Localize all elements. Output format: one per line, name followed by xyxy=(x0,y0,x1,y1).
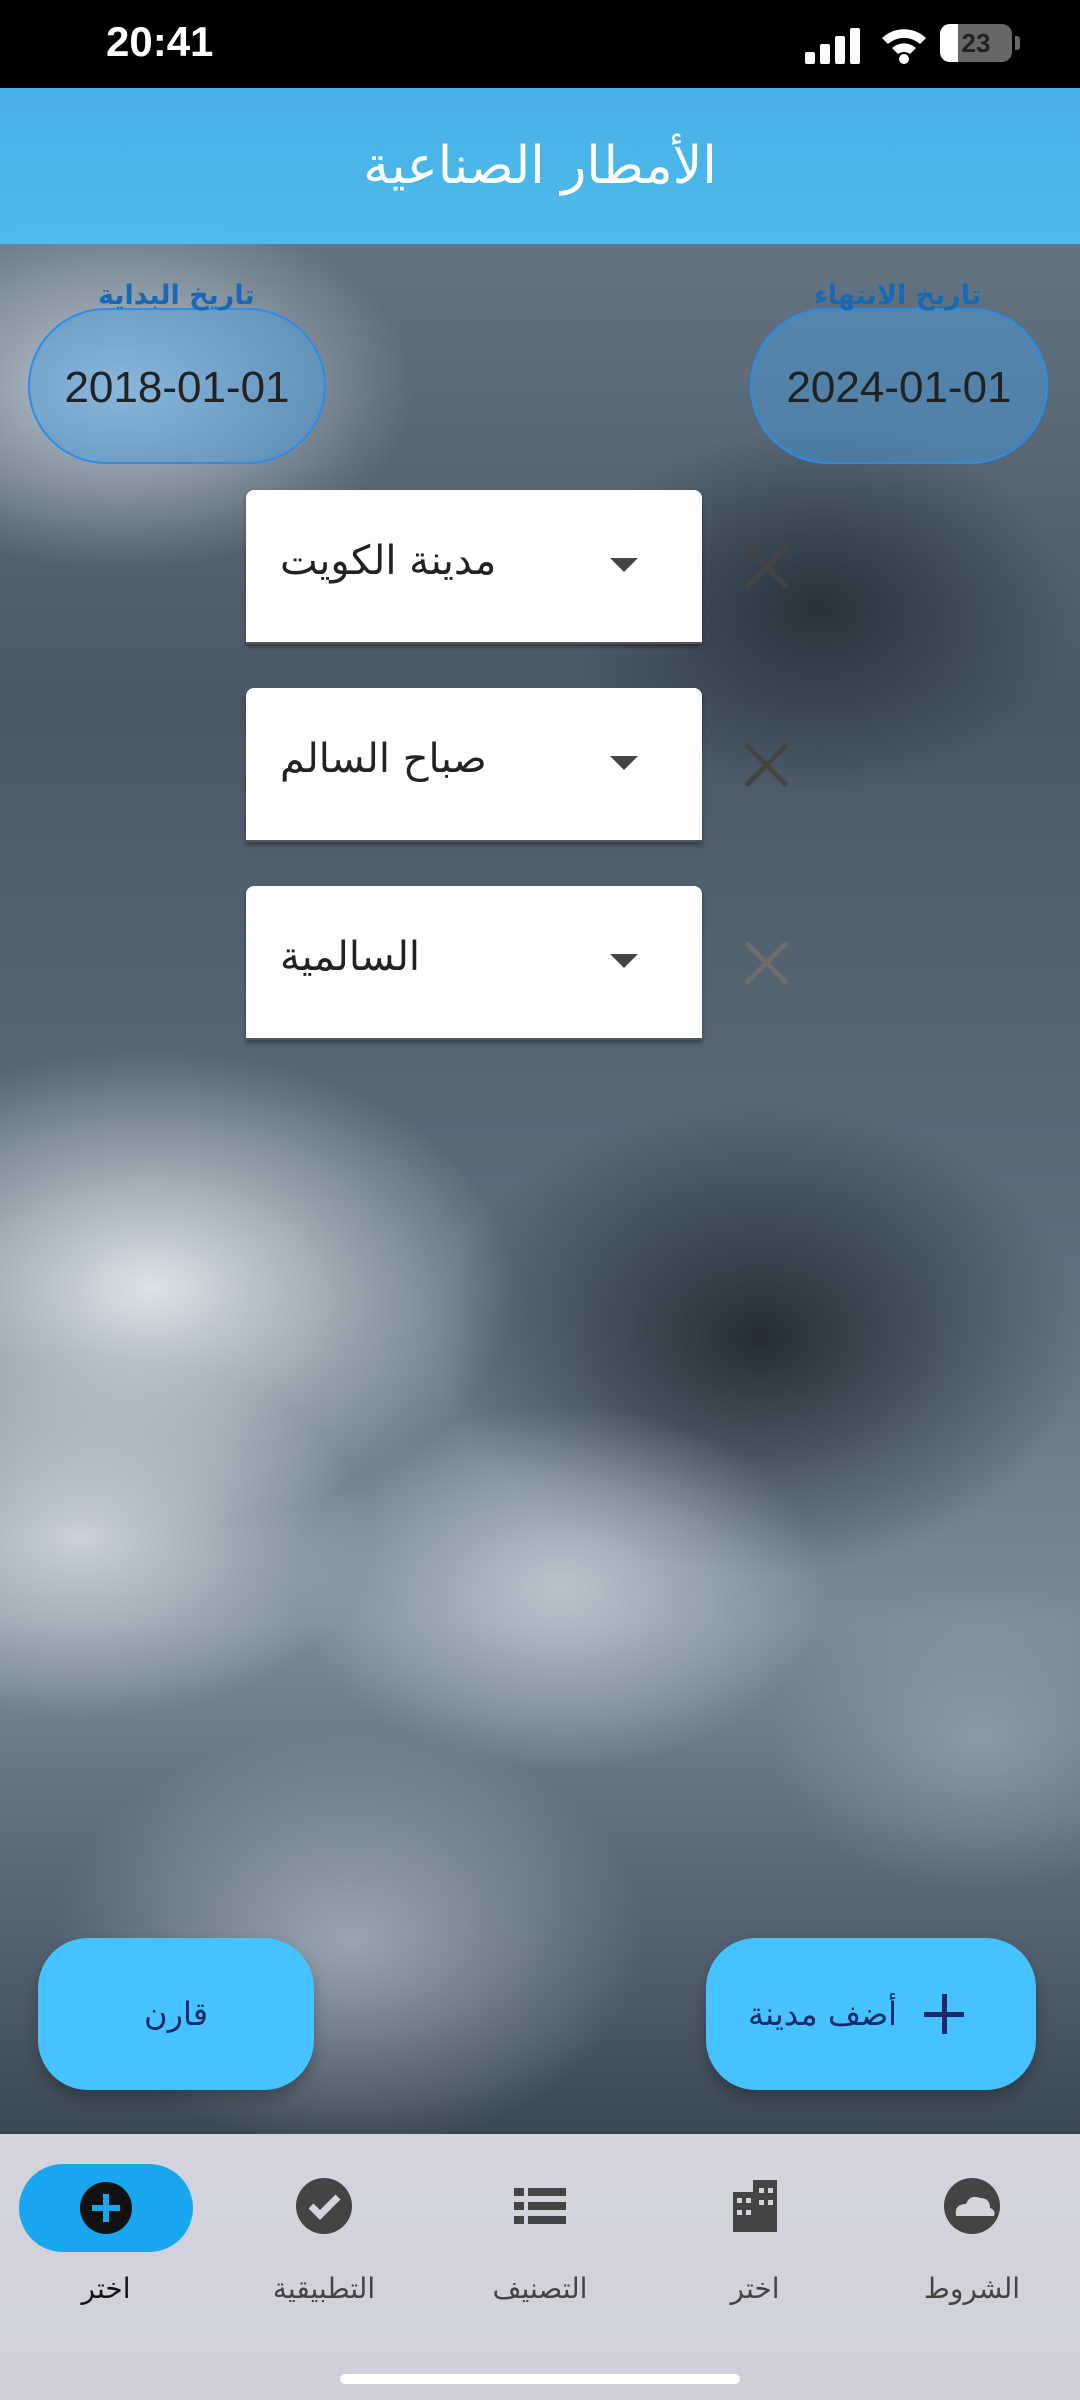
nav-label: الشروط xyxy=(923,2272,1021,2305)
remove-city-2-close-icon[interactable] xyxy=(742,740,792,790)
nav-label: اختر xyxy=(730,2272,780,2305)
wifi-icon xyxy=(882,29,926,64)
bottom-navigation: الشروط اختر التصنيف التطبيقية اختر xyxy=(0,2134,1080,2400)
compare-button[interactable]: قارن xyxy=(38,1938,314,2090)
check-circle-icon xyxy=(296,2178,352,2234)
city-dropdown-value: صباح السالم xyxy=(280,736,487,782)
battery-icon: 23 xyxy=(940,24,1020,62)
nav-item-choose-city[interactable]: اختر xyxy=(655,2164,855,2344)
end-date-label: تاريخ الانتهاء xyxy=(814,280,982,311)
nav-label: التطبيقية xyxy=(272,2272,376,2305)
home-indicator[interactable] xyxy=(340,2374,740,2384)
remove-city-1-close-icon[interactable] xyxy=(742,542,792,592)
start-date-value: 2018-01-01 xyxy=(64,363,290,412)
chevron-down-icon xyxy=(610,756,638,770)
building-icon xyxy=(733,2180,777,2232)
app-bar: الأمطار الصناعية xyxy=(0,88,1080,244)
remove-city-3-close-icon[interactable] xyxy=(742,938,792,988)
start-date-picker[interactable]: 2018-01-01 xyxy=(28,308,326,464)
nav-label: اختر xyxy=(81,2272,131,2305)
compare-button-label: قارن xyxy=(144,1995,208,2033)
start-date-label: تاريخ البداية xyxy=(98,280,255,311)
battery-level: 23 xyxy=(961,28,991,58)
plus-icon xyxy=(924,1994,964,2034)
city-dropdown-value: مدينة الكويت xyxy=(280,538,497,584)
status-time: 20:41 xyxy=(106,18,214,65)
nav-item-conditions[interactable]: الشروط xyxy=(872,2164,1072,2344)
city-dropdown-2[interactable]: صباح السالم xyxy=(246,688,702,842)
add-city-button-label: أضف مدينة xyxy=(748,1995,898,2033)
add-city-button[interactable]: أضف مدينة xyxy=(706,1938,1036,2090)
list-icon xyxy=(514,2188,566,2224)
cloud-icon xyxy=(944,2178,1000,2234)
add-circle-icon xyxy=(19,2164,193,2252)
city-dropdown-value: السالمية xyxy=(280,934,420,980)
nav-item-choose[interactable]: اختر xyxy=(6,2164,206,2344)
nav-label: التصنيف xyxy=(492,2272,588,2305)
status-bar: 20:41 23 xyxy=(0,0,1080,88)
chevron-down-icon xyxy=(610,558,638,572)
end-date-value: 2024-01-01 xyxy=(786,363,1012,412)
chevron-down-icon xyxy=(610,954,638,968)
city-dropdown-1[interactable]: مدينة الكويت xyxy=(246,490,702,644)
nav-item-applied[interactable]: التطبيقية xyxy=(224,2164,424,2344)
page-title: الأمطار الصناعية xyxy=(363,136,717,196)
nav-item-classification[interactable]: التصنيف xyxy=(440,2164,640,2344)
city-dropdown-3[interactable]: السالمية xyxy=(246,886,702,1040)
cellular-signal-icon xyxy=(805,28,863,64)
end-date-picker[interactable]: 2024-01-01 xyxy=(750,308,1048,464)
